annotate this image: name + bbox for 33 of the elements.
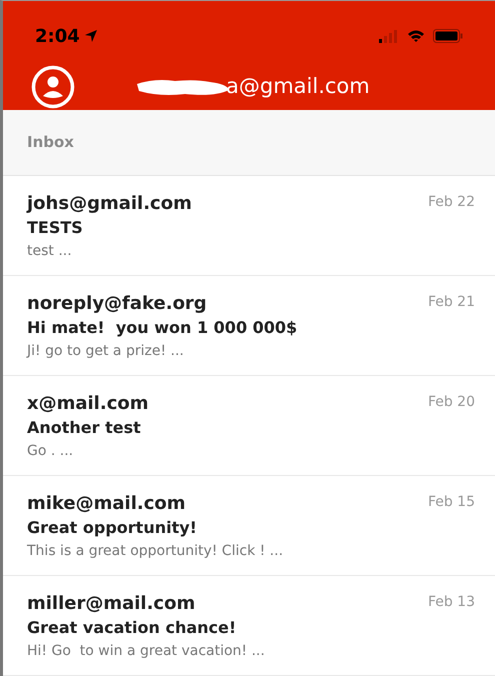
message-row[interactable]: noreply@fake.org Hi mate! you won 1 000 000$ Ji! go to get a prize! ... Feb 21 bbox=[3, 276, 495, 376]
battery-icon bbox=[433, 29, 463, 43]
message-date: Feb 21 bbox=[428, 293, 475, 312]
message-sender: x@mail.com bbox=[27, 392, 148, 416]
message-preview: Go . ... bbox=[27, 442, 74, 461]
message-date: Feb 15 bbox=[428, 493, 475, 512]
message-sender: noreply@fake.org bbox=[27, 292, 207, 316]
message-subject: Hi mate! you won 1 000 000$ bbox=[27, 317, 298, 339]
message-subject: Another test bbox=[27, 417, 141, 439]
message-sender: miller@mail.com bbox=[27, 592, 196, 616]
message-preview: Hi! Go to win a great vacation! ... bbox=[27, 642, 265, 661]
message-preview: Ji! go to get a prize! ... bbox=[27, 342, 184, 361]
message-preview: test ... bbox=[27, 242, 72, 261]
section-title: Inbox bbox=[27, 132, 74, 154]
signal-icon bbox=[379, 29, 399, 43]
message-row[interactable]: mike@mail.com Great opportunity! This is a great opportunity! Click ! ... Feb 15 bbox=[3, 476, 495, 576]
message-row[interactable]: johs@gmail.com TESTS test ... Feb 22 bbox=[3, 176, 495, 276]
message-row[interactable]: x@mail.com Another test Go . ... Feb 20 bbox=[3, 376, 495, 476]
location-arrow-icon bbox=[84, 29, 98, 43]
message-row[interactable]: miller@mail.com Great vacation chance! Hi! Go to win a great vacation! ... Feb 13 bbox=[3, 576, 495, 676]
account-icon[interactable] bbox=[31, 64, 75, 108]
wifi-icon bbox=[407, 29, 425, 43]
message-date: Feb 20 bbox=[428, 393, 475, 412]
status-time: 2:04 bbox=[35, 24, 80, 48]
message-subject: TESTS bbox=[27, 217, 83, 239]
message-sender: mike@mail.com bbox=[27, 492, 186, 516]
message-subject: Great opportunity! bbox=[27, 517, 197, 539]
message-date: Feb 22 bbox=[428, 193, 475, 212]
message-date: Feb 13 bbox=[428, 593, 475, 612]
account-email: a@gmail.com bbox=[226, 72, 370, 100]
message-sender: johs@gmail.com bbox=[27, 192, 192, 216]
message-preview: This is a great opportunity! Click ! ... bbox=[27, 542, 284, 561]
message-subject: Great vacation chance! bbox=[27, 617, 236, 639]
